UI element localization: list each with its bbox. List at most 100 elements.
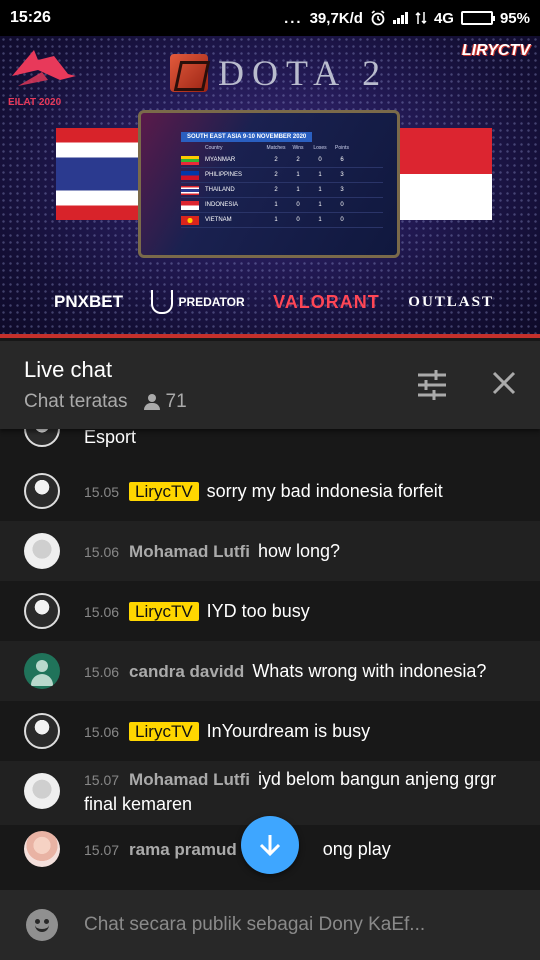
chat-message[interactable]: 15.06 LirycTV InYourdream is busy — [0, 701, 540, 761]
network-speed: 39,7K/d — [309, 9, 363, 27]
game-title: DOTA 2 — [218, 53, 389, 93]
chat-message[interactable]: Esport — [0, 429, 540, 461]
avatar[interactable] — [24, 653, 60, 689]
battery-percent: 95% — [499, 9, 530, 27]
message-text: how long? — [257, 541, 341, 561]
row-wins: 0 — [296, 202, 300, 208]
row-loses: 1 — [318, 202, 322, 208]
message-author[interactable]: Mohamad Lutfi — [129, 542, 250, 561]
message-text: Esport — [84, 429, 137, 447]
standings-row: THAILAND 2 1 1 3 — [181, 183, 383, 198]
message-text: sorry my bad indonesia forfeit — [206, 481, 443, 501]
message-line: 15.06 Mohamad Lutfi how long? — [84, 539, 520, 564]
philippines-flag-icon — [181, 170, 199, 180]
message-line: 15.06 LirycTV InYourdream is busy — [84, 719, 520, 744]
arrow-down-icon — [259, 835, 281, 857]
row-country: INDONESIA — [205, 202, 239, 208]
owner-badge[interactable]: LirycTV — [129, 722, 199, 741]
col-points: Points — [335, 145, 349, 151]
message-time: 15.06 — [84, 724, 120, 740]
sponsor-outlast: OUTLAST — [408, 293, 494, 310]
row-matches: 2 — [274, 172, 278, 178]
close-icon[interactable] — [488, 367, 520, 399]
tune-icon[interactable] — [414, 367, 450, 403]
video-progress-bar[interactable] — [0, 334, 540, 338]
col-matches: Matches — [266, 145, 286, 151]
col-wins: Wins — [292, 145, 304, 151]
sponsor-predator-label: PREDATOR — [178, 295, 245, 309]
message-text: InYourdream is busy — [206, 721, 371, 741]
row-points: 0 — [340, 217, 344, 223]
message-line: 15.06 candra davidd Whats wrong with indon… — [84, 659, 520, 684]
avatar[interactable] — [24, 773, 60, 809]
sponsor-pnxbet: PNXBET — [54, 292, 123, 311]
predator-logo-icon — [151, 290, 174, 314]
owner-badge[interactable]: LirycTV — [129, 602, 199, 621]
chat-message[interactable]: 15.06 LirycTV IYD too busy — [0, 581, 540, 641]
row-wins: 0 — [296, 217, 300, 223]
avatar[interactable] — [24, 429, 60, 447]
sponsor-bar: PNXBET PREDATOR VALORANT OUTLAST — [54, 290, 494, 314]
row-points: 0 — [340, 202, 344, 208]
channel-logo: LIRYCTV — [461, 42, 530, 59]
standings-table: SOUTH EAST ASIA 9-10 NOVEMBER 2020 Count… — [138, 110, 400, 258]
person-icon — [143, 394, 160, 410]
event-logo-text: EILAT 2020 — [8, 97, 62, 108]
chat-message[interactable]: 15.06 candra davidd Whats wrong with indon… — [0, 641, 540, 701]
chat-message[interactable]: 15.06 Mohamad Lutfi how long? — [0, 521, 540, 581]
row-loses: 0 — [318, 157, 322, 163]
message-line: 15.05 LirycTV sorry my bad indonesia forfe… — [84, 479, 520, 504]
avatar[interactable] — [24, 593, 60, 629]
chat-header: Live chat Chat teratas 71 — [0, 341, 540, 429]
message-author[interactable]: candra davidd — [129, 662, 244, 681]
status-indicators: ... 39,7K/d 4G 95% — [284, 10, 530, 27]
row-country: PHILIPPINES — [205, 172, 243, 178]
message-time: 15.06 — [84, 604, 120, 620]
owner-badge[interactable]: LirycTV — [129, 482, 199, 501]
avatar[interactable] — [24, 713, 60, 749]
message-author[interactable]: Mohamad Lutfi — [129, 770, 250, 789]
avatar[interactable] — [24, 473, 60, 509]
row-points: 6 — [340, 157, 344, 163]
message-line: 15.07 Mohamad Lutfi iyd belom bangun anjen… — [84, 767, 520, 816]
chat-mode-label[interactable]: Chat teratas — [24, 391, 128, 413]
myanmar-flag-icon — [181, 155, 199, 165]
chat-input[interactable] — [84, 912, 514, 938]
row-matches: 2 — [274, 157, 278, 163]
more-notifications-icon: ... — [284, 9, 303, 27]
message-text: Whats wrong with indonesia? — [252, 661, 487, 681]
emoji-icon[interactable] — [26, 909, 58, 941]
message-line: 15.06 LirycTV IYD too busy — [84, 599, 520, 624]
standings-row: VIETNAM 1 0 1 0 — [181, 213, 383, 228]
message-time: 15.06 — [84, 664, 120, 680]
network-type: 4G — [433, 9, 454, 27]
standings-row: PHILIPPINES 2 1 1 3 — [181, 168, 383, 183]
viewer-count-value: 71 — [165, 391, 187, 412]
viewer-count: 71 — [143, 391, 187, 413]
message-text: IYD too busy — [206, 601, 310, 621]
status-time: 15:26 — [10, 9, 51, 26]
vietnam-flag-icon — [181, 215, 199, 225]
dota-icon — [170, 54, 208, 92]
message-time: 15.07 — [84, 772, 120, 788]
avatar[interactable] — [24, 831, 60, 867]
standings-heading: SOUTH EAST ASIA 9-10 NOVEMBER 2020 — [181, 132, 313, 142]
message-author[interactable]: rama pramud — [129, 840, 237, 859]
row-loses: 1 — [318, 172, 322, 178]
message-line: 15.07 rama pramud ong play — [84, 837, 520, 862]
sponsor-valorant: VALORANT — [273, 291, 380, 312]
chat-title: Live chat — [24, 357, 113, 382]
battery-icon — [460, 11, 495, 25]
message-text: ong play — [322, 839, 391, 859]
data-transfer-icon — [415, 11, 427, 25]
row-matches: 1 — [274, 202, 278, 208]
chat-message[interactable]: 15.05 LirycTV sorry my bad indonesia forfe… — [0, 461, 540, 521]
alarm-icon — [371, 10, 385, 26]
scroll-to-latest-button[interactable] — [241, 816, 299, 874]
avatar[interactable] — [24, 533, 60, 569]
message-time: 15.07 — [84, 842, 120, 858]
video-player[interactable]: EILAT 2020 DOTA 2 LIRYCTV SOUTH EAST ASI… — [0, 36, 540, 338]
chat-mode-selector[interactable]: Chat teratas 71 — [24, 391, 187, 413]
row-loses: 1 — [318, 187, 322, 193]
col-country: Country — [205, 145, 223, 151]
